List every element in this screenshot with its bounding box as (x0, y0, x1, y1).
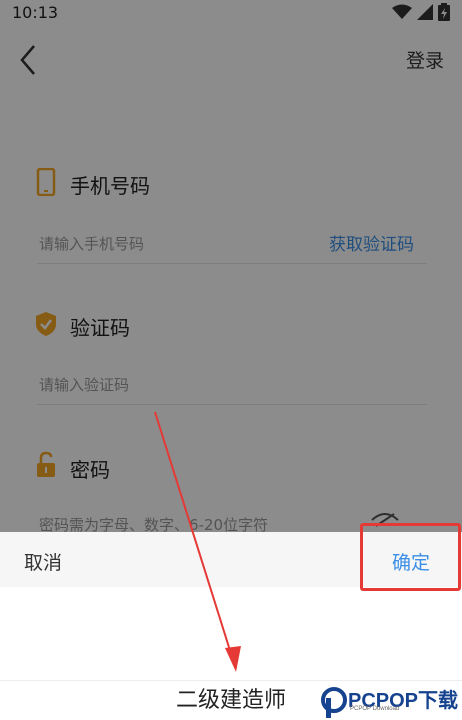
app-screen: 10:13 登录 手机号码 请输入手机号码 获取验证码 验证码 请输入验证码 密… (0, 0, 462, 720)
cancel-button[interactable]: 取消 (24, 548, 62, 575)
dim-overlay[interactable] (0, 0, 462, 532)
watermark-sub: PCPOP Download (350, 706, 400, 712)
confirm-highlight-box (360, 523, 461, 591)
